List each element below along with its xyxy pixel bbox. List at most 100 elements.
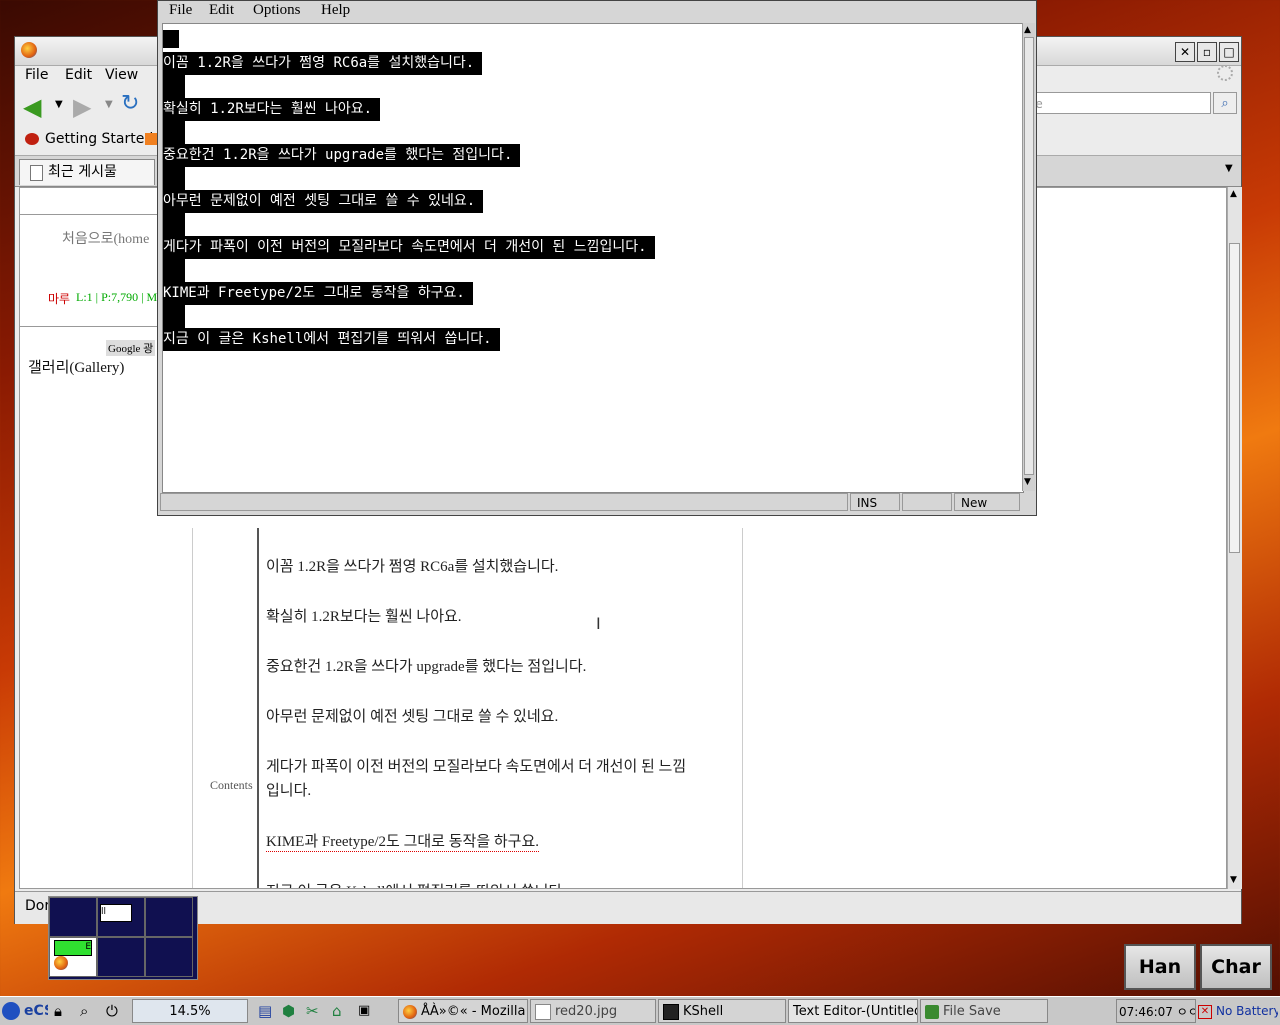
editor-status-blank <box>902 493 952 511</box>
post-line-5: 게다가 파폭이 이전 버전의 모질라보다 속도면에서 더 개선이 된 느낌 <box>266 759 687 775</box>
task-kshell-label: KShell <box>683 1004 724 1019</box>
task-text-editor[interactable]: Text Editor-(Untitled) <box>788 999 918 1023</box>
text-cursor-icon: I <box>596 614 601 633</box>
tab-label: 최근 게시물 <box>48 164 117 180</box>
editor-menu-edit[interactable]: Edit <box>209 2 234 19</box>
editor-menu-file[interactable]: File <box>169 2 192 19</box>
start-menu-icon[interactable] <box>2 999 24 1023</box>
editor-line-3-gap <box>163 167 185 190</box>
editor-menu-options[interactable]: Options <box>253 2 301 19</box>
editor-scroll-down-icon[interactable]: ▼ <box>1024 477 1031 487</box>
post-frame-right <box>742 528 743 888</box>
editor-menu-help[interactable]: Help <box>321 2 350 19</box>
pager-firefox-icon <box>54 956 68 970</box>
bookmark-icon <box>25 133 39 145</box>
search-input[interactable]: le <box>1025 92 1211 114</box>
network-icon[interactable]: ⬢ <box>282 999 302 1023</box>
task-red20[interactable]: red20.jpg <box>530 999 656 1023</box>
battery-indicator[interactable]: ✕ No Battery <box>1198 999 1278 1023</box>
desktop-pager[interactable]: ll E <box>48 896 198 980</box>
tab-recent-posts[interactable]: 최근 게시물 <box>19 159 155 185</box>
battery-icon: ✕ <box>1198 1004 1212 1019</box>
editor-line-2-gap <box>163 121 185 144</box>
post-line-7: 지금 이 글은 Kshell에서 편집기를 띄워서 씁니다. <box>266 880 566 888</box>
sidebar-divider <box>20 214 160 215</box>
editor-scroll-thumb[interactable] <box>1024 37 1034 475</box>
post-line-1: 이꼼 1.2R을 쓰다가 쩜영 RC6a를 설치했습니다. <box>266 559 559 575</box>
throbber-icon <box>1217 65 1233 81</box>
tools-icon[interactable]: ✂ <box>306 999 326 1023</box>
maru-label: 마루 <box>48 292 71 306</box>
find-icon[interactable]: ⌕ <box>80 999 98 1023</box>
pager-window-editor: E <box>54 940 92 956</box>
menu-edit[interactable]: Edit <box>65 67 92 83</box>
pager-desktop-1[interactable] <box>49 897 97 937</box>
pager-desktop-2[interactable]: ll <box>97 897 145 937</box>
maximize-icon[interactable]: □ <box>1219 42 1239 62</box>
pager-desktop-5[interactable] <box>97 937 145 977</box>
editor-statusbar: INS New <box>160 493 1034 513</box>
clock[interactable]: 07:46:07 ㅇㅇ <box>1116 999 1196 1023</box>
forward-dropdown-icon[interactable]: ▼ <box>105 99 113 110</box>
editor-line-1: 이꼼 1.2R을 쓰다가 쩜영 RC6a를 설치했습니다. <box>163 52 483 75</box>
post-frame-inner <box>257 528 259 888</box>
editor-line-7: 지금 이 글은 Kshell에서 편집기를 띄워서 씁니다. <box>163 328 500 351</box>
editor-scrollbar[interactable]: ▲ ▼ <box>1022 23 1035 491</box>
post-line-4: 아무런 문제없이 예전 셋팅 그대로 쓸 수 있네요. <box>266 709 559 725</box>
task-file-save[interactable]: File Save <box>920 999 1048 1023</box>
home-link[interactable]: 처음으로(home <box>62 228 149 248</box>
pager-desktop-4[interactable]: E <box>49 937 97 977</box>
menu-view[interactable]: View <box>105 67 138 83</box>
text-editor-window: File Edit Options Help 이꼼 1.2R을 쓰다가 쩜영 R… <box>157 0 1037 516</box>
clock-text: 07:46:07 ㅇㅇ <box>1119 1005 1196 1019</box>
lock-icon[interactable]: 🔒︎ <box>54 999 72 1023</box>
search-icon[interactable]: ⌕ <box>1213 92 1237 114</box>
task-kshell-icon <box>663 1003 679 1020</box>
scroll-up-icon[interactable]: ▲ <box>1230 189 1237 199</box>
post-line-2: 확실히 1.2R보다는 훨씬 나아요. <box>266 609 462 625</box>
task-mozilla[interactable]: ÅÀ»©« - Mozilla <box>398 999 528 1023</box>
pager-desktop-6[interactable] <box>145 937 193 977</box>
mozilla-statusbar: Dor <box>15 891 1241 924</box>
forward-arrow-icon[interactable]: ▶ <box>73 93 91 121</box>
power-icon[interactable]: ⏻ <box>106 999 124 1023</box>
firefox-icon <box>21 42 37 58</box>
scroll-down-icon[interactable]: ▼ <box>1230 875 1237 885</box>
task-image-icon <box>535 1003 551 1020</box>
maru-stats: L:1 | P:7,790 | M <box>76 290 158 304</box>
task-text-editor-label: Text Editor-(Untitled) <box>793 1004 918 1019</box>
rss-icon[interactable] <box>145 133 157 145</box>
reload-icon[interactable]: ↻ <box>121 91 139 116</box>
ecs-logo-icon[interactable]: eCS <box>24 999 48 1023</box>
scroll-thumb[interactable] <box>1229 243 1240 553</box>
home-icon[interactable]: ⌂ <box>332 999 352 1023</box>
restore-icon[interactable]: ▫ <box>1197 42 1217 62</box>
tab-list-dropdown-icon[interactable]: ▼ <box>1225 163 1233 174</box>
pager-desktop-3[interactable] <box>145 897 193 937</box>
editor-line-6-gap <box>163 305 185 328</box>
editor-line-4-gap <box>163 213 185 236</box>
back-arrow-icon[interactable]: ◀ <box>23 93 41 121</box>
taskbar: eCS 🔒︎ ⌕ ⏻ 14.5% ▤ ⬢ ✂ ⌂ ▣ ÅÀ»©« - Mozil… <box>0 996 1280 1025</box>
window-list-icon[interactable]: ▤ <box>258 999 276 1023</box>
editor-status-message <box>160 493 848 511</box>
terminal-icon[interactable]: ▣ <box>358 999 380 1023</box>
post-frame-left <box>192 528 193 888</box>
editor-scroll-up-icon[interactable]: ▲ <box>1024 25 1031 35</box>
bookmark-getting-started[interactable]: Getting Started <box>45 131 153 147</box>
close-icon[interactable]: ✕ <box>1175 42 1195 62</box>
menu-file[interactable]: File <box>25 67 48 83</box>
back-dropdown-icon[interactable]: ▼ <box>55 99 63 110</box>
editor-text-area[interactable]: 이꼼 1.2R을 쓰다가 쩜영 RC6a를 설치했습니다. 확실히 1.2R보다… <box>162 23 1024 493</box>
page-scrollbar[interactable]: ▲ ▼ <box>1227 187 1242 889</box>
cpu-percent: 14.5% <box>169 1004 211 1019</box>
editor-line-5-gap <box>163 259 185 282</box>
char-button[interactable]: Char <box>1200 944 1272 990</box>
task-file-save-label: File Save <box>943 1004 1001 1019</box>
gallery-link[interactable]: 갤러리(Gallery) <box>28 356 124 377</box>
google-ad-label[interactable]: Google 광 <box>106 340 156 356</box>
page-icon <box>30 165 43 181</box>
han-button[interactable]: Han <box>1124 944 1196 990</box>
editor-line-6: KIME과 Freetype/2도 그대로 동작을 하구요. <box>163 282 473 305</box>
task-kshell[interactable]: KShell <box>658 999 786 1023</box>
